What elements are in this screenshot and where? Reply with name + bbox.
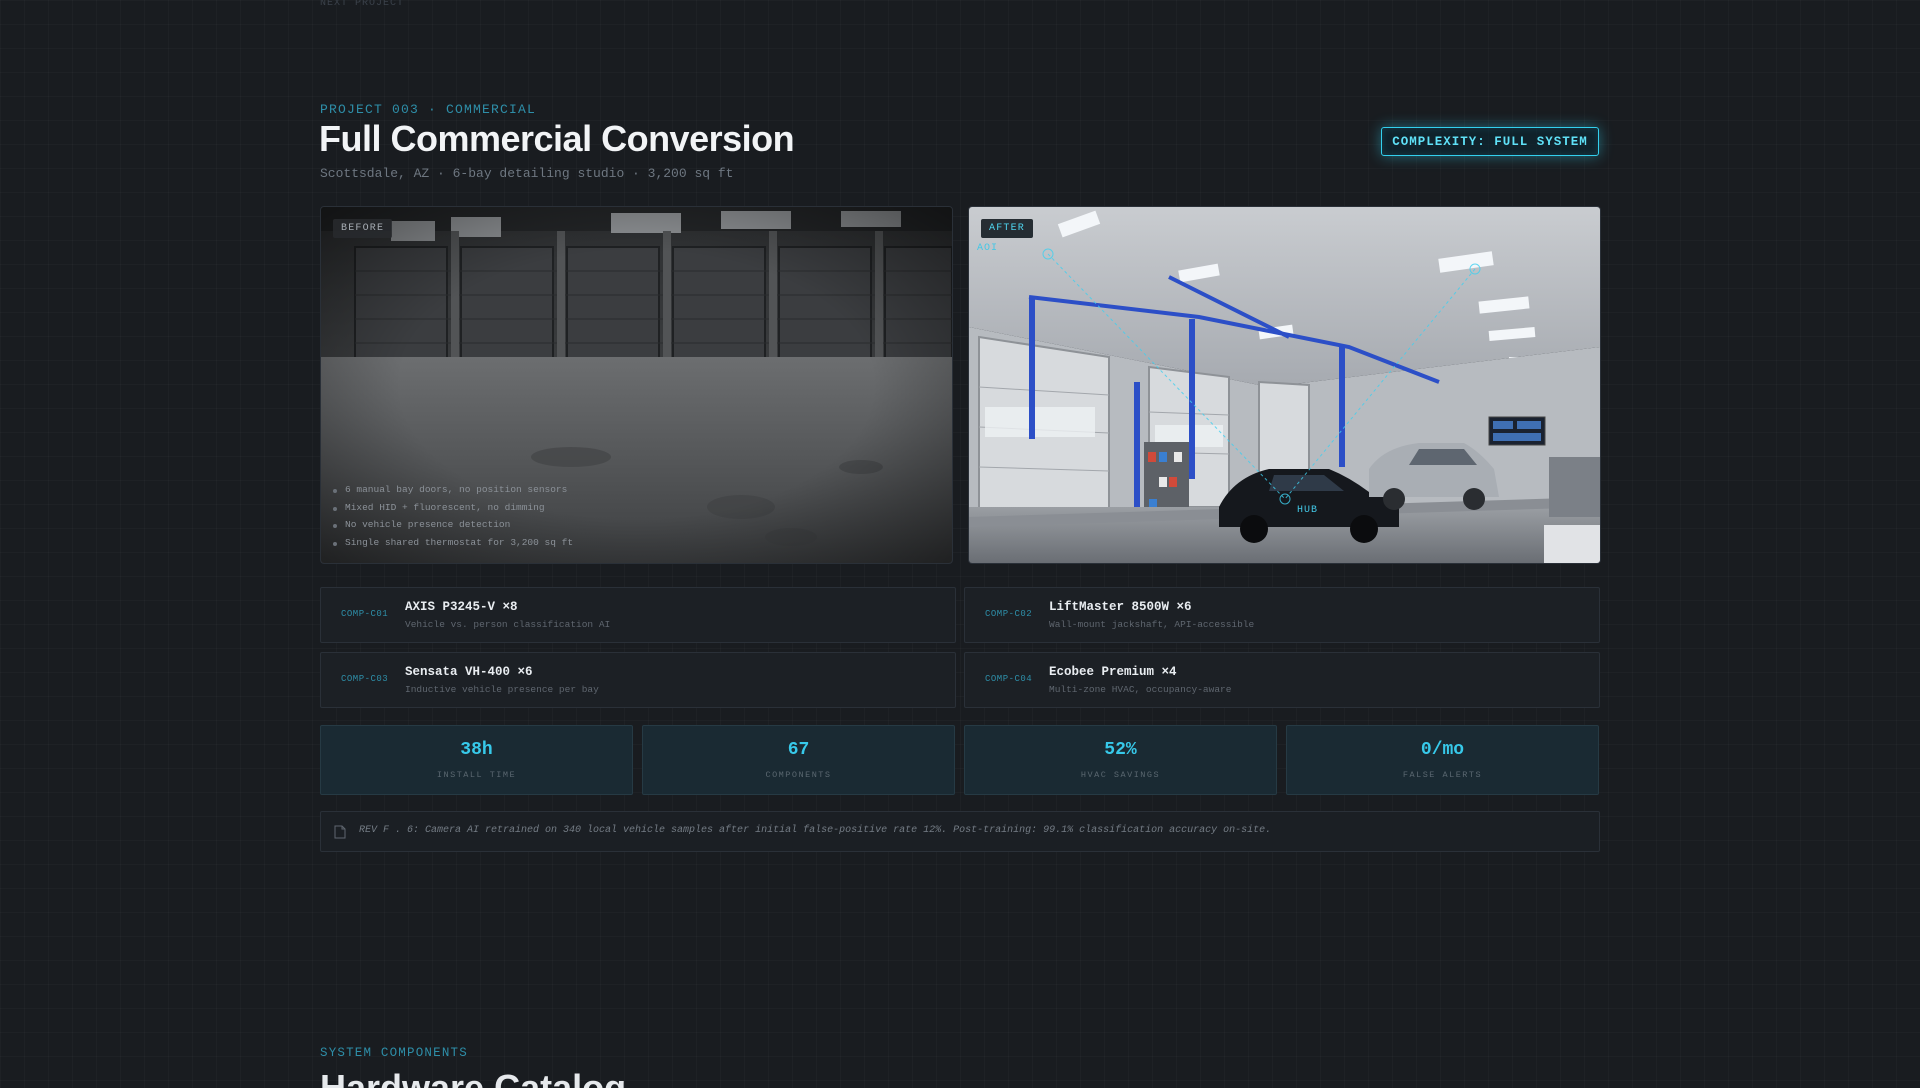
next-project-link[interactable]: NEXT PROJECT [320,0,404,9]
stat-value: 0/mo [1420,740,1465,760]
stat-label: COMPONENTS [765,770,832,780]
before-tag: BEFORE [333,219,393,238]
list-item: 6 manual bay doors, no position sensors [333,481,573,499]
stat-label: HVAC SAVINGS [1080,770,1161,780]
component-desc: Wall-mount jackshaft, API-accessible [1049,619,1255,630]
stat-false-alerts: 0/mo FALSE ALERTS [1286,725,1599,795]
stat-value: 67 [787,740,810,760]
complexity-badge: COMPLEXITY: FULL SYSTEM [1381,127,1599,156]
component-desc: Vehicle vs. person classification AI [405,619,611,630]
before-photo: BEFORE 6 manual bay doors, no position s… [320,206,953,564]
list-item: No vehicle presence detection [333,516,573,534]
stat-hvac-savings: 52% HVAC SAVINGS [964,725,1277,795]
component-desc: Inductive vehicle presence per bay [405,684,599,695]
component-card-c03[interactable]: COMP-C03 Sensata VH-400 ×6 Inductive veh… [320,652,956,708]
component-id: COMP-C04 [985,674,1033,684]
project-subtitle: Scottsdale, AZ · 6-bay detailing studio … [320,166,734,181]
after-tag: AFTER [981,219,1034,238]
bullet-icon [333,541,337,546]
ai-overlay-label: AOI [977,243,999,254]
bullet-icon [333,506,337,511]
revision-note: REV F . 6: Camera AI retrained on 340 lo… [320,811,1600,852]
stat-value: 52% [1104,740,1137,760]
component-desc: Multi-zone HVAC, occupancy-aware [1049,684,1232,695]
stat-components: 67 COMPONENTS [642,725,955,795]
component-card-c02[interactable]: COMP-C02 LiftMaster 8500W ×6 Wall-mount … [964,587,1600,643]
hub-overlay-label: HUB [1297,505,1319,516]
project-eyebrow: PROJECT 003 · COMMERCIAL [320,102,537,117]
component-card-c01[interactable]: COMP-C01 AXIS P3245-V ×8 Vehicle vs. per… [320,587,956,643]
component-id: COMP-C01 [341,609,389,619]
stat-value: 38h [460,740,493,760]
component-id: COMP-C02 [985,609,1033,619]
section-title: Hardware Catalog [320,1068,740,1088]
component-name: Ecobee Premium ×4 [1049,665,1177,679]
bullet-icon [333,524,337,529]
stat-label: FALSE ALERTS [1402,770,1483,780]
component-name: Sensata VH-400 ×6 [405,665,533,679]
list-item: Single shared thermostat for 3,200 sq ft [333,534,573,552]
document-icon [334,825,346,839]
component-id: COMP-C03 [341,674,389,684]
stat-install-time: 38h INSTALL TIME [320,725,633,795]
revision-note-text: REV F . 6: Camera AI retrained on 340 lo… [359,825,1272,836]
component-card-c04[interactable]: COMP-C04 Ecobee Premium ×4 Multi-zone HV… [964,652,1600,708]
after-photo: AFTER AOI HUB [968,206,1601,564]
component-name: AXIS P3245-V ×8 [405,600,518,614]
list-item: Mixed HID + fluorescent, no dimming [333,499,573,517]
bullet-icon [333,489,337,494]
stat-label: INSTALL TIME [436,770,517,780]
after-garage-image [969,207,1600,563]
component-name: LiftMaster 8500W ×6 [1049,600,1192,614]
page-title: Full Commercial Conversion [319,118,795,159]
section-label: SYSTEM COMPONENTS [320,1046,468,1060]
before-notes: 6 manual bay doors, no position sensors … [333,481,573,551]
